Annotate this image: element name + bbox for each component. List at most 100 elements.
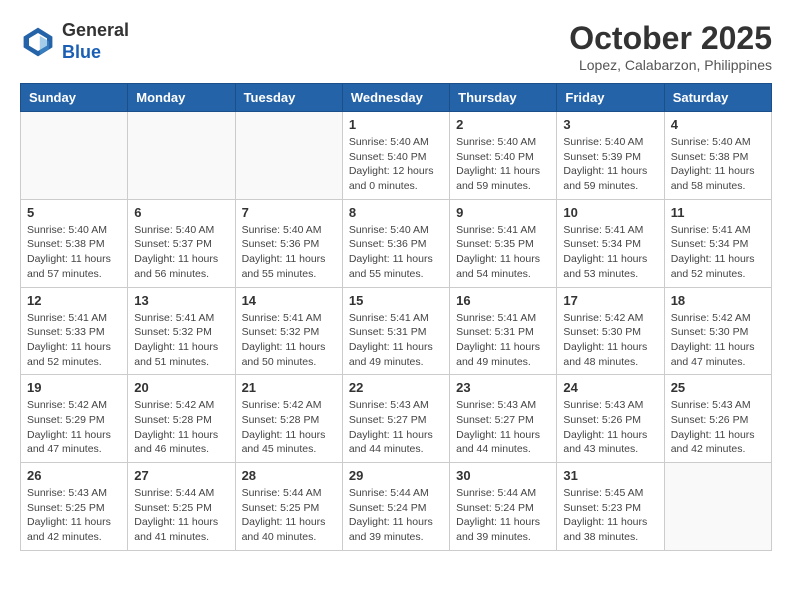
logo: General Blue	[20, 20, 129, 63]
day-info: Sunrise: 5:42 AM Sunset: 5:30 PM Dayligh…	[671, 311, 765, 370]
calendar-cell	[235, 112, 342, 200]
logo-general: General	[62, 20, 129, 40]
calendar-cell: 23 Sunrise: 5:43 AM Sunset: 5:27 PM Dayli…	[450, 375, 557, 463]
day-info: Sunrise: 5:44 AM Sunset: 5:25 PM Dayligh…	[134, 486, 228, 545]
day-info: Sunrise: 5:40 AM Sunset: 5:38 PM Dayligh…	[27, 223, 121, 282]
calendar-cell: 31 Sunrise: 5:45 AM Sunset: 5:23 PM Dayli…	[557, 463, 664, 551]
weekday-header-saturday: Saturday	[664, 84, 771, 112]
calendar-cell	[128, 112, 235, 200]
calendar-cell: 18Sunrise: 5:42 AM Sunset: 5:30 PM Dayli…	[664, 287, 771, 375]
logo-blue: Blue	[62, 42, 101, 62]
calendar-cell: 13 Sunrise: 5:41 AM Sunset: 5:32 PM Dayli…	[128, 287, 235, 375]
calendar-cell: 22Sunrise: 5:43 AM Sunset: 5:27 PM Dayli…	[342, 375, 449, 463]
day-number: 11	[671, 205, 765, 220]
calendar-cell: 29Sunrise: 5:44 AM Sunset: 5:24 PM Dayli…	[342, 463, 449, 551]
day-info: Sunrise: 5:41 AM Sunset: 5:31 PM Dayligh…	[349, 311, 443, 370]
weekday-header-wednesday: Wednesday	[342, 84, 449, 112]
weekday-header-thursday: Thursday	[450, 84, 557, 112]
day-number: 17	[563, 293, 657, 308]
day-number: 21	[242, 380, 336, 395]
week-row-5: 26 Sunrise: 5:43 AM Sunset: 5:25 PM Dayli…	[21, 463, 772, 551]
day-info: Sunrise: 5:42 AM Sunset: 5:28 PM Dayligh…	[134, 398, 228, 457]
day-number: 9	[456, 205, 550, 220]
title-block: October 2025 Lopez, Calabarzon, Philippi…	[569, 20, 772, 73]
weekday-header-sunday: Sunday	[21, 84, 128, 112]
day-number: 25	[671, 380, 765, 395]
day-info: Sunrise: 5:42 AM Sunset: 5:30 PM Dayligh…	[563, 311, 657, 370]
day-info: Sunrise: 5:40 AM Sunset: 5:36 PM Dayligh…	[349, 223, 443, 282]
calendar-cell: 2 Sunrise: 5:40 AM Sunset: 5:40 PM Daylig…	[450, 112, 557, 200]
calendar-cell: 12Sunrise: 5:41 AM Sunset: 5:33 PM Dayli…	[21, 287, 128, 375]
day-number: 1	[349, 117, 443, 132]
day-number: 31	[563, 468, 657, 483]
calendar-cell: 8Sunrise: 5:40 AM Sunset: 5:36 PM Daylig…	[342, 199, 449, 287]
calendar-cell: 30Sunrise: 5:44 AM Sunset: 5:24 PM Dayli…	[450, 463, 557, 551]
week-row-3: 12Sunrise: 5:41 AM Sunset: 5:33 PM Dayli…	[21, 287, 772, 375]
calendar-cell: 15 Sunrise: 5:41 AM Sunset: 5:31 PM Dayli…	[342, 287, 449, 375]
day-number: 4	[671, 117, 765, 132]
day-number: 2	[456, 117, 550, 132]
calendar-cell: 5 Sunrise: 5:40 AM Sunset: 5:38 PM Daylig…	[21, 199, 128, 287]
calendar-cell: 21 Sunrise: 5:42 AM Sunset: 5:28 PM Dayli…	[235, 375, 342, 463]
calendar-cell: 11Sunrise: 5:41 AM Sunset: 5:34 PM Dayli…	[664, 199, 771, 287]
day-info: Sunrise: 5:40 AM Sunset: 5:37 PM Dayligh…	[134, 223, 228, 282]
day-number: 20	[134, 380, 228, 395]
calendar-cell: 27Sunrise: 5:44 AM Sunset: 5:25 PM Dayli…	[128, 463, 235, 551]
calendar-cell: 1 Sunrise: 5:40 AM Sunset: 5:40 PM Daylig…	[342, 112, 449, 200]
calendar-cell: 19 Sunrise: 5:42 AM Sunset: 5:29 PM Dayli…	[21, 375, 128, 463]
week-row-1: 1 Sunrise: 5:40 AM Sunset: 5:40 PM Daylig…	[21, 112, 772, 200]
calendar-cell	[664, 463, 771, 551]
day-info: Sunrise: 5:43 AM Sunset: 5:27 PM Dayligh…	[456, 398, 550, 457]
calendar-cell: 7Sunrise: 5:40 AM Sunset: 5:36 PM Daylig…	[235, 199, 342, 287]
day-info: Sunrise: 5:42 AM Sunset: 5:29 PM Dayligh…	[27, 398, 121, 457]
day-number: 19	[27, 380, 121, 395]
day-info: Sunrise: 5:41 AM Sunset: 5:32 PM Dayligh…	[134, 311, 228, 370]
week-row-4: 19 Sunrise: 5:42 AM Sunset: 5:29 PM Dayli…	[21, 375, 772, 463]
day-number: 16	[456, 293, 550, 308]
calendar-cell: 28Sunrise: 5:44 AM Sunset: 5:25 PM Dayli…	[235, 463, 342, 551]
page-header: General Blue October 2025 Lopez, Calabar…	[20, 20, 772, 73]
day-info: Sunrise: 5:40 AM Sunset: 5:40 PM Dayligh…	[349, 135, 443, 194]
day-info: Sunrise: 5:41 AM Sunset: 5:32 PM Dayligh…	[242, 311, 336, 370]
calendar-cell: 14 Sunrise: 5:41 AM Sunset: 5:32 PM Dayli…	[235, 287, 342, 375]
calendar-cell: 24 Sunrise: 5:43 AM Sunset: 5:26 PM Dayli…	[557, 375, 664, 463]
day-info: Sunrise: 5:40 AM Sunset: 5:38 PM Dayligh…	[671, 135, 765, 194]
day-info: Sunrise: 5:42 AM Sunset: 5:28 PM Dayligh…	[242, 398, 336, 457]
day-info: Sunrise: 5:41 AM Sunset: 5:34 PM Dayligh…	[563, 223, 657, 282]
day-info: Sunrise: 5:43 AM Sunset: 5:25 PM Dayligh…	[27, 486, 121, 545]
day-info: Sunrise: 5:40 AM Sunset: 5:40 PM Dayligh…	[456, 135, 550, 194]
calendar-cell	[21, 112, 128, 200]
calendar-cell: 20 Sunrise: 5:42 AM Sunset: 5:28 PM Dayli…	[128, 375, 235, 463]
calendar-cell: 10 Sunrise: 5:41 AM Sunset: 5:34 PM Dayli…	[557, 199, 664, 287]
day-number: 26	[27, 468, 121, 483]
day-info: Sunrise: 5:43 AM Sunset: 5:26 PM Dayligh…	[563, 398, 657, 457]
day-info: Sunrise: 5:40 AM Sunset: 5:39 PM Dayligh…	[563, 135, 657, 194]
calendar-cell: 3Sunrise: 5:40 AM Sunset: 5:39 PM Daylig…	[557, 112, 664, 200]
calendar-cell: 16Sunrise: 5:41 AM Sunset: 5:31 PM Dayli…	[450, 287, 557, 375]
month-title: October 2025	[569, 20, 772, 57]
day-number: 23	[456, 380, 550, 395]
day-number: 6	[134, 205, 228, 220]
day-info: Sunrise: 5:44 AM Sunset: 5:24 PM Dayligh…	[456, 486, 550, 545]
calendar-cell: 9 Sunrise: 5:41 AM Sunset: 5:35 PM Daylig…	[450, 199, 557, 287]
day-number: 28	[242, 468, 336, 483]
day-number: 12	[27, 293, 121, 308]
day-number: 14	[242, 293, 336, 308]
day-number: 5	[27, 205, 121, 220]
day-info: Sunrise: 5:45 AM Sunset: 5:23 PM Dayligh…	[563, 486, 657, 545]
calendar-cell: 25 Sunrise: 5:43 AM Sunset: 5:26 PM Dayli…	[664, 375, 771, 463]
weekday-header-monday: Monday	[128, 84, 235, 112]
calendar-cell: 6 Sunrise: 5:40 AM Sunset: 5:37 PM Daylig…	[128, 199, 235, 287]
day-number: 7	[242, 205, 336, 220]
day-info: Sunrise: 5:43 AM Sunset: 5:27 PM Dayligh…	[349, 398, 443, 457]
day-info: Sunrise: 5:44 AM Sunset: 5:24 PM Dayligh…	[349, 486, 443, 545]
day-number: 10	[563, 205, 657, 220]
day-number: 15	[349, 293, 443, 308]
day-number: 13	[134, 293, 228, 308]
calendar-table: SundayMondayTuesdayWednesdayThursdayFrid…	[20, 83, 772, 551]
day-number: 24	[563, 380, 657, 395]
day-info: Sunrise: 5:43 AM Sunset: 5:26 PM Dayligh…	[671, 398, 765, 457]
day-info: Sunrise: 5:41 AM Sunset: 5:35 PM Dayligh…	[456, 223, 550, 282]
logo-icon	[20, 24, 56, 60]
weekday-header-row: SundayMondayTuesdayWednesdayThursdayFrid…	[21, 84, 772, 112]
